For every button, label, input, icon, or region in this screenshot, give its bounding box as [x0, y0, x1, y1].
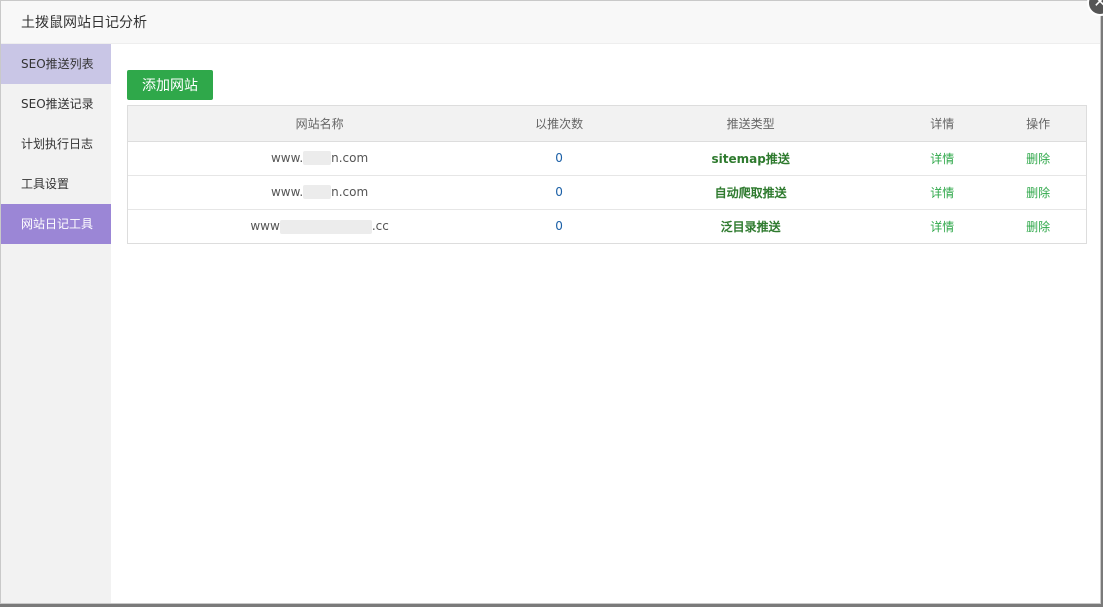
table-row: www. n.com 0 sitemap推送 详情 删除 [128, 141, 1086, 176]
sidebar-item-seo-push-records[interactable]: SEO推送记录 [1, 84, 111, 124]
table-header-row: 网站名称 以推次数 推送类型 详情 操作 [128, 106, 1086, 142]
detail-link[interactable]: 详情 [894, 141, 991, 176]
push-type-cell: sitemap推送 [606, 141, 895, 176]
title-bar: 土拨鼠网站日记分析 [1, 1, 1100, 44]
site-name-prefix: www. [270, 184, 304, 199]
push-count-cell: 0 [511, 175, 607, 210]
site-name-suffix: n.com [331, 150, 369, 165]
dialog-title: 土拨鼠网站日记分析 [21, 15, 147, 31]
detail-link[interactable]: 详情 [894, 209, 990, 243]
site-name-prefix: www [250, 219, 280, 233]
header-push-count: 以推次数 [511, 106, 607, 142]
sidebar: SEO推送列表 SEO推送记录 计划执行日志 工具设置 网站日记工具 [1, 44, 111, 603]
sidebar-item-seo-push-list[interactable]: SEO推送列表 [1, 44, 111, 84]
site-name-prefix: www. [270, 150, 304, 165]
site-name-suffix: n.com [331, 184, 369, 199]
site-name-suffix: .cc [371, 219, 389, 233]
table-row: www. n.com 0 自动爬取推送 详情 删除 [128, 175, 1086, 210]
site-table: 网站名称 以推次数 推送类型 详情 操作 www. n.com 0 sitemap… [127, 105, 1087, 244]
sidebar-item-schedule-log[interactable]: 计划执行日志 [1, 124, 111, 164]
sidebar-item-tool-settings[interactable]: 工具设置 [1, 164, 111, 204]
header-push-type: 推送类型 [606, 106, 895, 142]
redacted-block [279, 219, 372, 234]
sidebar-item-site-log-tool[interactable]: 网站日记工具 [1, 204, 111, 244]
site-name-cell: www. n.com [128, 175, 512, 210]
push-type-cell: 自动爬取推送 [606, 175, 895, 210]
push-count-cell: 0 [555, 219, 563, 234]
header-action: 操作 [990, 106, 1086, 142]
detail-link[interactable]: 详情 [894, 175, 991, 210]
dialog-window: 土拨鼠网站日记分析 SEO推送列表 SEO推送记录 计划执行日志 工具设置 网站… [0, 0, 1101, 604]
header-detail: 详情 [894, 106, 991, 142]
add-site-button[interactable]: 添加网站 [127, 70, 213, 100]
redacted-block [303, 151, 332, 166]
main-content: 添加网站 网站名称 以推次数 推送类型 详情 操作 www. n.com 0 s… [111, 44, 1100, 603]
site-name-cell: www. n.com [128, 141, 512, 176]
delete-link[interactable]: 删除 [990, 175, 1086, 210]
site-name-cell: www .cc [128, 209, 511, 243]
table-row: www .cc 0 泛目录推送 详情 删除 [128, 209, 1086, 243]
delete-link[interactable]: 删除 [990, 141, 1086, 176]
delete-link[interactable]: 删除 [990, 209, 1086, 243]
header-site-name: 网站名称 [128, 106, 512, 142]
push-type-cell: 泛目录推送 [720, 219, 781, 234]
push-count-cell: 0 [511, 141, 607, 176]
redacted-block [303, 185, 332, 200]
